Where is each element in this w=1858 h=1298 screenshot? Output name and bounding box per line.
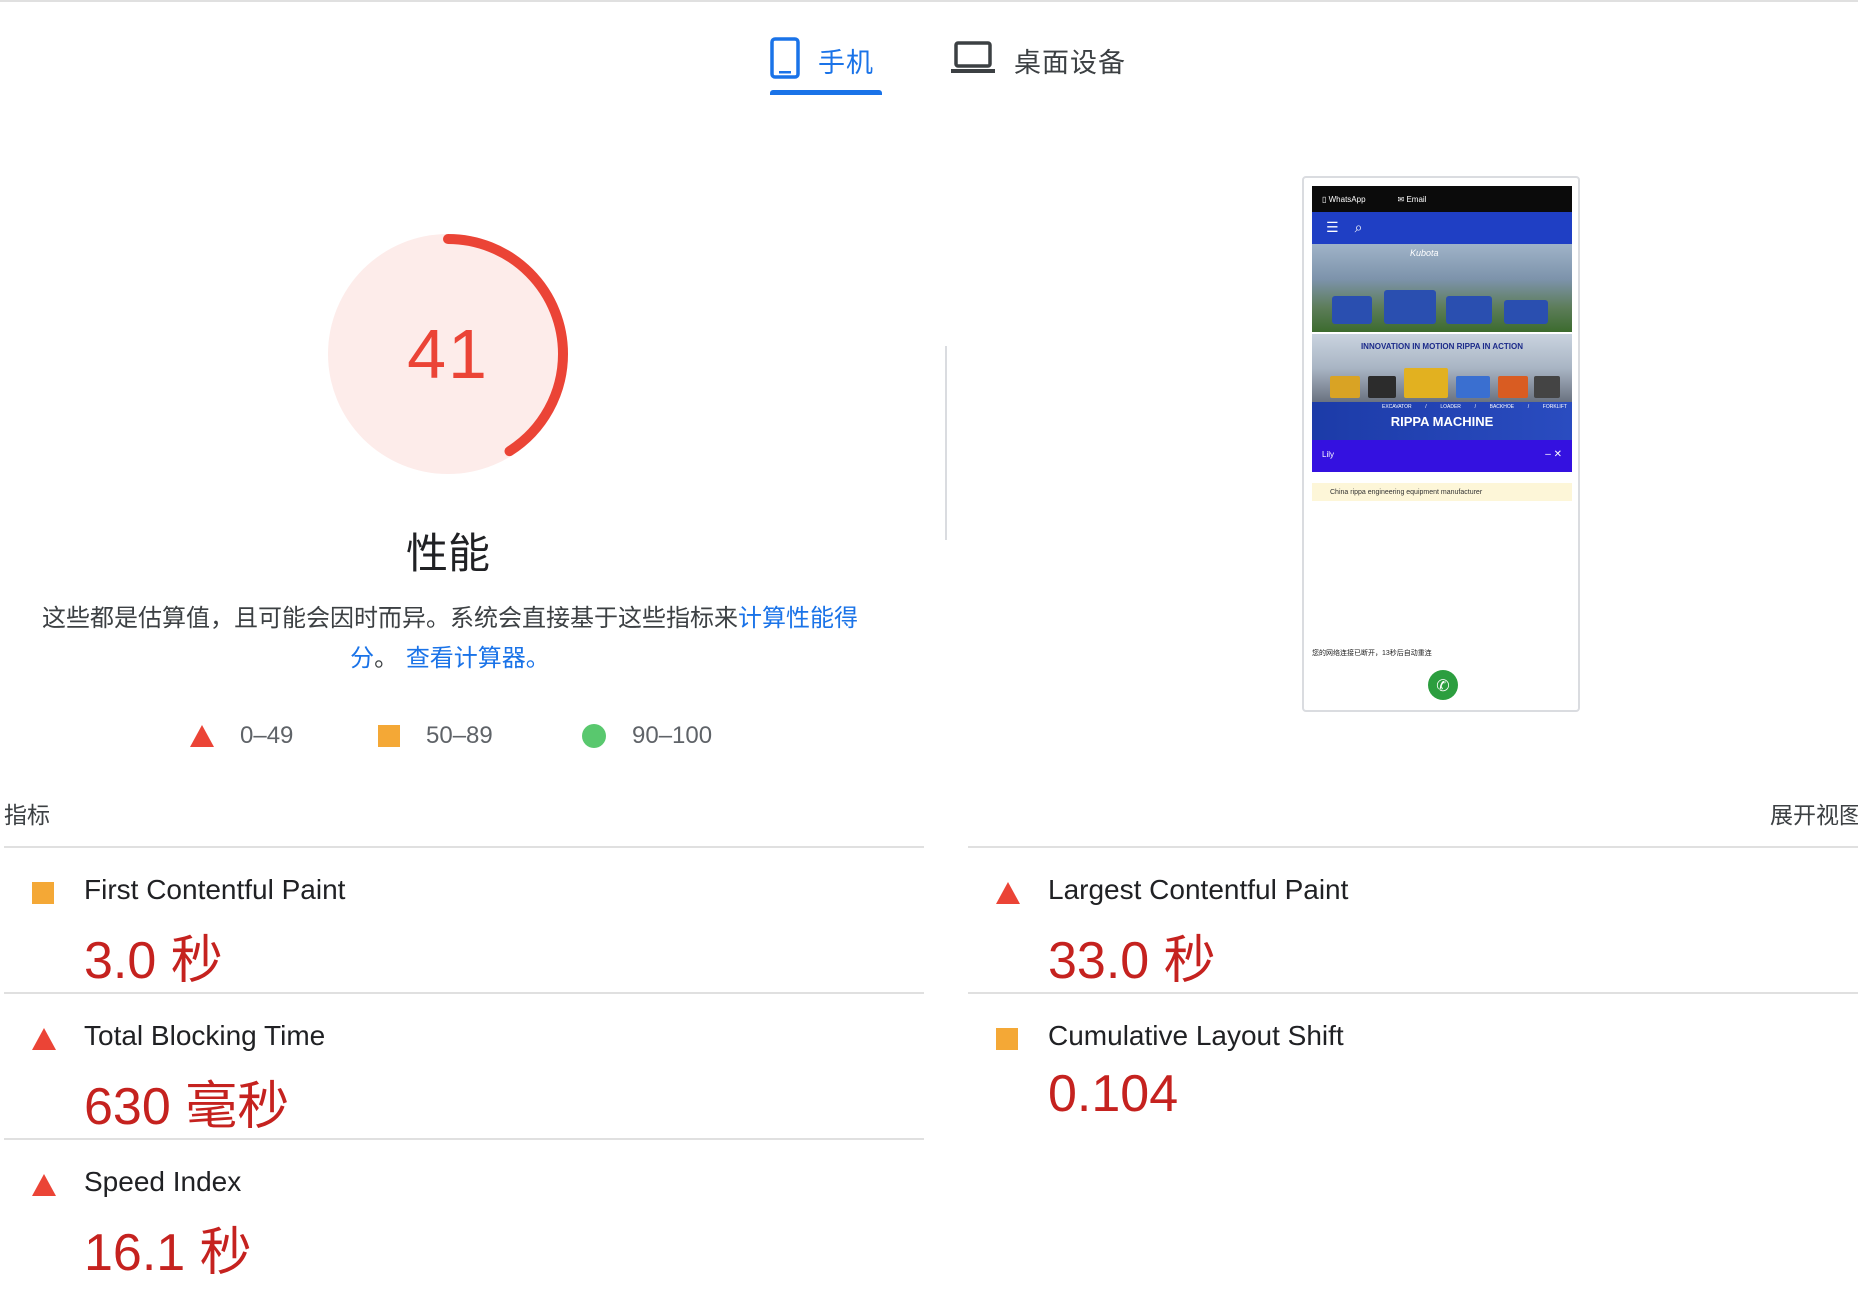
screenshot-banner-2: INNOVATION IN MOTION RIPPA IN ACTION xyxy=(1312,334,1572,402)
description-text: 这些都是估算值，且可能会因时而异。系统会直接基于这些指标来 xyxy=(42,604,738,632)
device-tabs: 手机 桌面设备 xyxy=(0,20,1858,100)
legend-range: 90–100 xyxy=(632,722,713,749)
square-icon xyxy=(996,1028,1018,1050)
banner-title: RIPPA MACHINE xyxy=(1390,414,1494,429)
metric-title: Cumulative Layout Shift xyxy=(1048,1020,1344,1051)
excavator-image xyxy=(1504,300,1548,324)
legend-range: 0–49 xyxy=(240,722,294,749)
top-divider xyxy=(0,0,1858,2)
square-icon xyxy=(32,882,54,904)
triangle-icon xyxy=(996,882,1020,904)
metric-lcp: Largest Contentful Paint 33.0 秒 xyxy=(968,848,1858,990)
performance-score: 41 xyxy=(407,315,489,393)
legend-range: 50–89 xyxy=(426,722,493,749)
machine-image xyxy=(1404,368,1448,398)
expand-view-toggle[interactable]: 展开视图 xyxy=(1770,796,1858,830)
chat-agent-name: Lily xyxy=(1322,450,1335,459)
notice-bar: China rippa engineering equipment manufa… xyxy=(1312,483,1572,501)
laptop-icon xyxy=(950,40,996,80)
smartphone-icon xyxy=(770,37,800,83)
circle-icon xyxy=(582,724,606,748)
category-title: 性能 xyxy=(405,529,490,578)
metric-value: 33.0 秒 xyxy=(1048,932,1216,990)
triangle-icon xyxy=(32,1174,56,1196)
whatsapp-link: ▯ WhatsApp xyxy=(1322,194,1366,204)
category-strip: EXCAVATOR / LOADER / BACKHOE / FORKLIFT xyxy=(1382,404,1567,410)
legend-item-fail: 0–49 xyxy=(190,716,293,756)
excavator-image xyxy=(1332,296,1372,324)
view-calculator-link[interactable]: 查看计算器。 xyxy=(406,644,550,672)
tab-desktop[interactable]: 桌面设备 xyxy=(950,20,1140,100)
tab-desktop-label: 桌面设备 xyxy=(1014,47,1126,79)
tab-mobile[interactable]: 手机 xyxy=(770,20,882,100)
excavator-image xyxy=(1384,290,1436,324)
metric-title: Total Blocking Time xyxy=(84,1020,326,1051)
triangle-icon xyxy=(32,1028,56,1050)
banner-tagline: INNOVATION IN MOTION RIPPA IN ACTION xyxy=(1360,342,1524,351)
disconnect-message: 您的网络连接已断开，13秒后自动重连 xyxy=(1312,650,1432,657)
metric-speed-index: Speed Index 16.1 秒 xyxy=(4,1140,904,1282)
vertical-divider xyxy=(945,346,947,540)
screenshot-banner-3: EXCAVATOR / LOADER / BACKHOE / FORKLIFT RIPPA … xyxy=(1312,402,1572,440)
metric-title: Largest Contentful Paint xyxy=(1048,874,1349,905)
brand-logo: Kubota xyxy=(1410,248,1439,258)
machine-image xyxy=(1368,376,1396,398)
chat-widget-header: Lily – ✕ xyxy=(1312,440,1572,472)
metric-tbt: Total Blocking Time 630 毫秒 xyxy=(4,994,904,1136)
metric-cls: Cumulative Layout Shift 0.104 xyxy=(968,994,1858,1134)
legend-item-pass: 90–100 xyxy=(582,716,712,756)
final-screenshot[interactable]: ▯ WhatsApp ✉ Email ☰ ⌕ Kubota INNOVATION… xyxy=(1302,176,1580,712)
metric-value: 0.104 xyxy=(1048,1065,1179,1123)
excavator-image xyxy=(1446,296,1492,324)
score-legend: 0–49 50–89 90–100 xyxy=(0,716,900,756)
legend-item-average: 50–89 xyxy=(378,716,493,756)
search-icon: ⌕ xyxy=(1354,220,1363,236)
performance-gauge[interactable]: 41 xyxy=(322,228,574,480)
screenshot-content: ▯ WhatsApp ✉ Email ☰ ⌕ Kubota INNOVATION… xyxy=(1312,186,1572,706)
screenshot-topbar: ▯ WhatsApp ✉ Email xyxy=(1312,186,1572,212)
description-separator: 。 xyxy=(374,644,399,672)
score-description: 这些都是估算值，且可能会因时而异。系统会直接基于这些指标来计算性能得分。 查看计… xyxy=(40,598,860,678)
active-tab-indicator xyxy=(770,90,882,95)
square-icon xyxy=(378,725,400,747)
metric-fcp: First Contentful Paint 3.0 秒 xyxy=(4,848,904,990)
tab-mobile-label: 手机 xyxy=(818,47,874,79)
screenshot-banner-1: Kubota xyxy=(1312,244,1572,332)
metric-title: Speed Index xyxy=(84,1166,242,1197)
metrics-heading: 指标 xyxy=(4,803,50,829)
machine-image xyxy=(1498,376,1528,398)
metric-value: 16.1 秒 xyxy=(84,1224,252,1282)
metric-value: 3.0 秒 xyxy=(84,932,223,990)
triangle-icon xyxy=(190,725,214,747)
machine-image xyxy=(1534,376,1560,398)
machine-image xyxy=(1330,376,1360,398)
phone-icon: ✆ xyxy=(1428,670,1458,700)
email-link: ✉ Email xyxy=(1397,194,1427,204)
metric-title: First Contentful Paint xyxy=(84,874,346,905)
screenshot-nav: ☰ ⌕ xyxy=(1312,212,1572,244)
chat-controls: – ✕ xyxy=(1545,449,1562,460)
metric-value: 630 毫秒 xyxy=(84,1078,290,1136)
machine-image xyxy=(1456,376,1490,398)
menu-icon: ☰ xyxy=(1326,220,1339,236)
